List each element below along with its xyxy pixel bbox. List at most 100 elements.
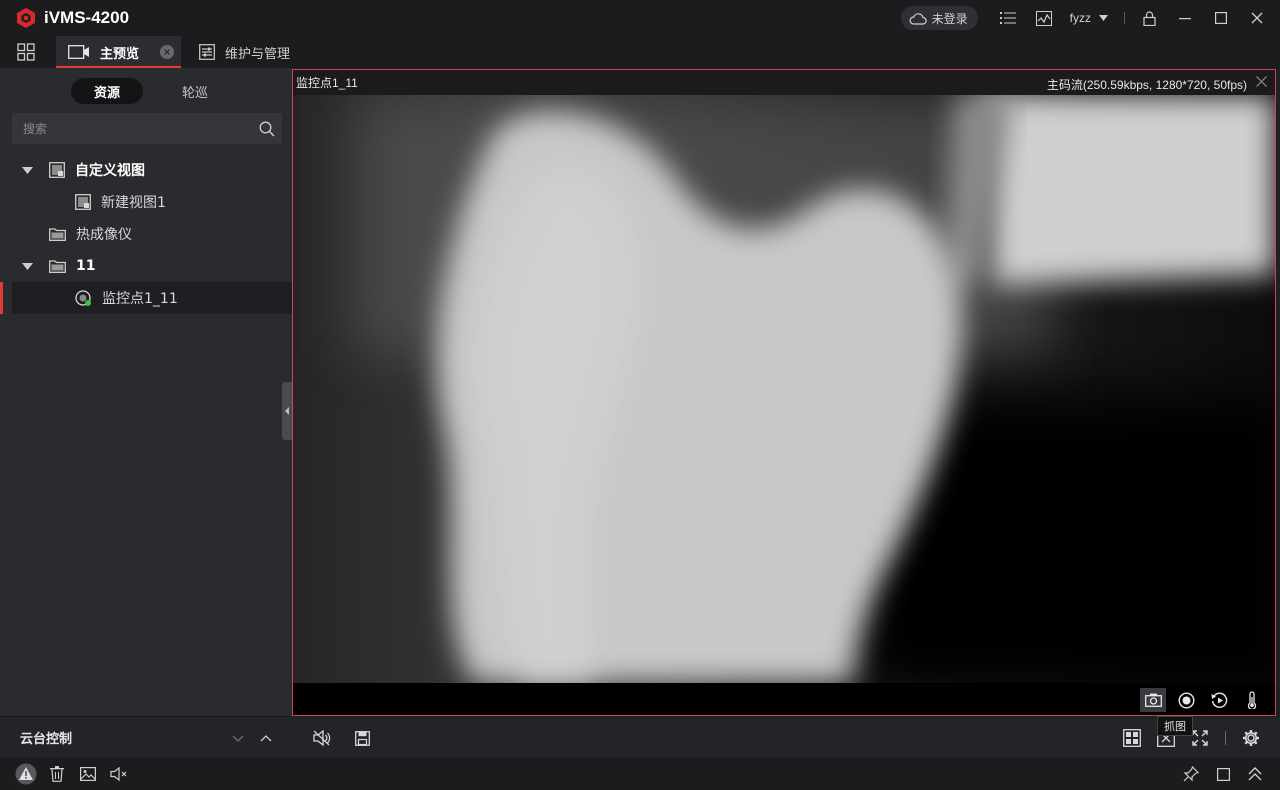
pin-icon xyxy=(1183,766,1199,782)
record-icon xyxy=(1177,691,1195,709)
capture-button[interactable] xyxy=(1140,688,1166,712)
video-header: 监控点1_11 主码流(250.59kbps, 1280*720, 50fps) xyxy=(293,70,1275,95)
video-overlay-controls xyxy=(1133,687,1265,713)
gear-icon xyxy=(1243,730,1259,746)
resource-tree: 自定义视图 新建视图1 热成像仪 11 监控点1_11 xyxy=(0,154,294,314)
toolbar-separator xyxy=(1225,731,1226,745)
cloud-icon xyxy=(909,12,927,25)
tab-maintenance[interactable]: 维护与管理 xyxy=(187,36,302,68)
ptz-control-panel[interactable]: 云台控制 xyxy=(0,716,292,758)
tab-main-preview[interactable]: 主预览 xyxy=(56,36,181,68)
close-icon xyxy=(1256,76,1267,87)
chevron-up-icon[interactable] xyxy=(256,729,276,747)
instant-playback-button[interactable] xyxy=(1206,688,1232,712)
tab-close-button[interactable] xyxy=(160,45,174,59)
close-video-button[interactable] xyxy=(1256,76,1267,90)
status-left xyxy=(15,763,139,785)
mute-icon xyxy=(110,767,127,781)
caret-down-icon[interactable] xyxy=(1099,15,1108,21)
segment-resources[interactable]: 资源 xyxy=(71,78,143,104)
audio-button[interactable] xyxy=(311,727,333,749)
thermal-image xyxy=(293,95,1275,683)
tree-node-thermal-imager[interactable]: 热成像仪 xyxy=(0,218,292,250)
video-camera-icon xyxy=(68,45,90,59)
preview-toolbar xyxy=(292,718,1280,758)
lock-button[interactable] xyxy=(1140,9,1158,27)
double-chevron-up-icon xyxy=(1248,767,1262,781)
replay-icon xyxy=(1211,692,1227,708)
camera-online-icon xyxy=(75,289,92,307)
toolbar-left xyxy=(302,727,382,749)
tree-node-label: 新建视图1 xyxy=(101,195,166,211)
app-title: iVMS-4200 xyxy=(44,8,130,27)
tree-node-label: 热成像仪 xyxy=(76,227,132,243)
alarm-button[interactable] xyxy=(15,763,37,785)
camera-icon xyxy=(1144,693,1162,707)
view-icon xyxy=(49,162,65,178)
titlebar-actions: 未登录 fyzz xyxy=(900,0,1280,36)
cloud-login-button[interactable]: 未登录 xyxy=(900,6,978,30)
status-bar xyxy=(0,758,1280,790)
caret-left-icon xyxy=(285,407,289,415)
tree-node-camera-1-11[interactable]: 监控点1_11 xyxy=(0,282,294,314)
maximize-icon xyxy=(1215,12,1227,24)
close-window-button[interactable] xyxy=(1248,9,1266,27)
warning-icon xyxy=(15,763,37,785)
preview-settings-button[interactable] xyxy=(1240,727,1262,749)
tab-label: 主预览 xyxy=(100,46,140,62)
square-icon xyxy=(1216,767,1230,781)
app-window: iVMS-4200 未登录 fyzz 主预览 维护与管理 资源 轮巡 搜索 自定… xyxy=(0,0,1280,790)
trash-icon xyxy=(50,766,64,782)
minimize-icon xyxy=(1179,18,1191,20)
tab-label: 维护与管理 xyxy=(225,46,291,62)
resource-sidebar: 资源 轮巡 自定义视图 新建视图1 xyxy=(0,68,294,758)
alarm-image-button[interactable] xyxy=(77,763,99,785)
thermometer-icon xyxy=(1247,691,1257,709)
maximize-button[interactable] xyxy=(1212,9,1230,27)
pin-button[interactable] xyxy=(1180,763,1202,785)
alarm-sound-button[interactable] xyxy=(108,763,130,785)
close-icon xyxy=(1251,12,1263,24)
segment-patrol[interactable]: 轮巡 xyxy=(159,78,231,104)
tree-node-new-view-1[interactable]: 新建视图1 xyxy=(0,186,292,218)
video-window[interactable]: 监控点1_11 主码流(250.59kbps, 1280*720, 50fps) xyxy=(292,69,1276,716)
folder-icon xyxy=(49,259,66,273)
expand-arrow-icon[interactable] xyxy=(21,166,33,174)
login-label: 未登录 xyxy=(931,11,968,26)
folder-icon xyxy=(49,227,66,241)
tree-node-label: 自定义视图 xyxy=(75,163,145,179)
sidebar-segment-control: 资源 轮巡 xyxy=(71,78,231,104)
window-layout-button[interactable] xyxy=(1121,727,1143,749)
tab-bar: 主预览 维护与管理 xyxy=(0,36,1280,68)
image-icon xyxy=(80,767,96,781)
save-icon xyxy=(354,730,370,746)
monitor-status-button[interactable] xyxy=(1035,9,1053,27)
task-list-button[interactable] xyxy=(999,9,1017,27)
temperature-button[interactable] xyxy=(1239,688,1265,712)
view-icon xyxy=(75,194,91,210)
sidebar-collapse-handle[interactable] xyxy=(282,382,292,440)
thermal-video-feed xyxy=(293,95,1275,683)
fullscreen-icon xyxy=(1192,730,1208,746)
record-button[interactable] xyxy=(1173,688,1199,712)
clear-alarm-button[interactable] xyxy=(46,763,68,785)
expand-panel-button[interactable] xyxy=(1244,763,1266,785)
video-camera-name: 监控点1_11 xyxy=(296,76,358,90)
close-icon xyxy=(164,49,170,55)
expand-arrow-icon[interactable] xyxy=(21,262,33,270)
stream-info: 主码流(250.59kbps, 1280*720, 50fps) xyxy=(1046,78,1247,92)
list-icon xyxy=(999,12,1016,24)
restore-panel-button[interactable] xyxy=(1212,763,1234,785)
pulse-chart-icon xyxy=(1035,10,1052,26)
save-view-button[interactable] xyxy=(351,727,373,749)
module-grid-button[interactable] xyxy=(0,36,52,68)
minimize-button[interactable] xyxy=(1176,9,1194,27)
user-name[interactable]: fyzz xyxy=(1070,11,1091,25)
tree-node-group-11[interactable]: 11 xyxy=(0,250,292,282)
capture-tooltip: 抓图 xyxy=(1157,716,1193,736)
chevron-down-icon[interactable] xyxy=(228,729,248,747)
tree-node-custom-view[interactable]: 自定义视图 xyxy=(0,154,292,186)
ivms-logo-icon xyxy=(17,8,35,28)
search-icon[interactable] xyxy=(252,121,282,137)
search-input[interactable] xyxy=(12,113,252,144)
